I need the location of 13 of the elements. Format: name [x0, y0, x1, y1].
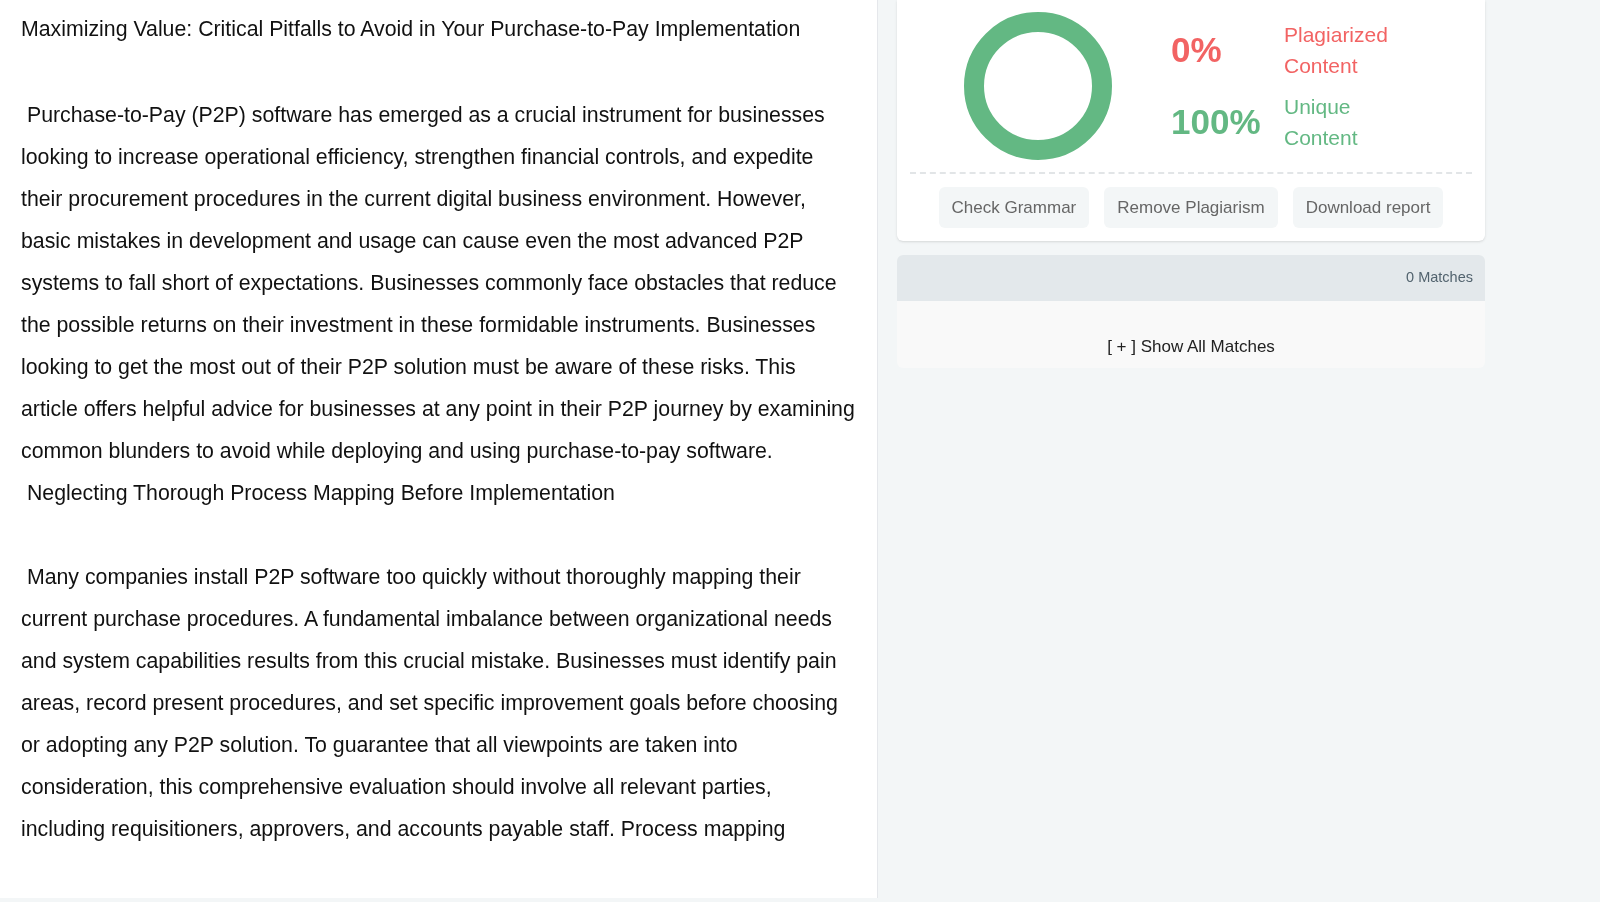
percentage-value: 0% — [1171, 28, 1223, 71]
stat-label: Plagiarized Content — [1284, 22, 1389, 79]
action-button[interactable]: Download report — [1292, 187, 1444, 228]
show-all-matches-link[interactable]: [ + ] Show All Matches — [1107, 333, 1275, 359]
paragraph: Many companies install P2P software too quickly without thoroughly mapping their current purchase procedures. A fundamental imbalance between organizational needs and system capabilities results from this crucial mistake. Businesses must identify pain areas, record present procedures, and set specific improvement goals before choosing or adopting any P2P solution. To guarantee that all viewpoints are taken into consideration, this comprehensive evaluation should involve all relevant parties, including requisitioners, approvers, and accounts payable staff. Process mapping — [21, 564, 839, 843]
document-title: Maximizing Value: Critical Pitfalls to Avoid in Your Purchase-to-Pay Implementation — [21, 16, 802, 43]
action-button[interactable]: Remove Plagiarism — [1104, 187, 1278, 228]
paragraph: Purchase-to-Pay (P2P) software has emerged as a crucial instrument for businesses looking to increase operational efficiency, strengthen financial controls, and expedite their procurement procedures in the current digital business environment. However, basic mistakes in development and usage can cause even the most advanced P2P systems to fall short of expectations. Businesses commonly face obstacles that reduce the possible returns on their investment in these formidable instruments. Businesses looking to get the most out of their P2P solution must be aware of these risks. This article offers helpful advice for businesses at any point in their P2P journey by examining common blunders to avoid while deploying and using purchase-to-pay software. — [21, 102, 856, 465]
section-heading: Neglecting Thorough Process Mapping Before Implementation — [25, 480, 616, 507]
action-button[interactable]: Check Grammar — [938, 187, 1090, 228]
stat-label: Unique Content — [1284, 94, 1359, 151]
matches-count: 0 Matches — [1406, 268, 1473, 288]
percentage-value: 100% — [1171, 100, 1262, 143]
